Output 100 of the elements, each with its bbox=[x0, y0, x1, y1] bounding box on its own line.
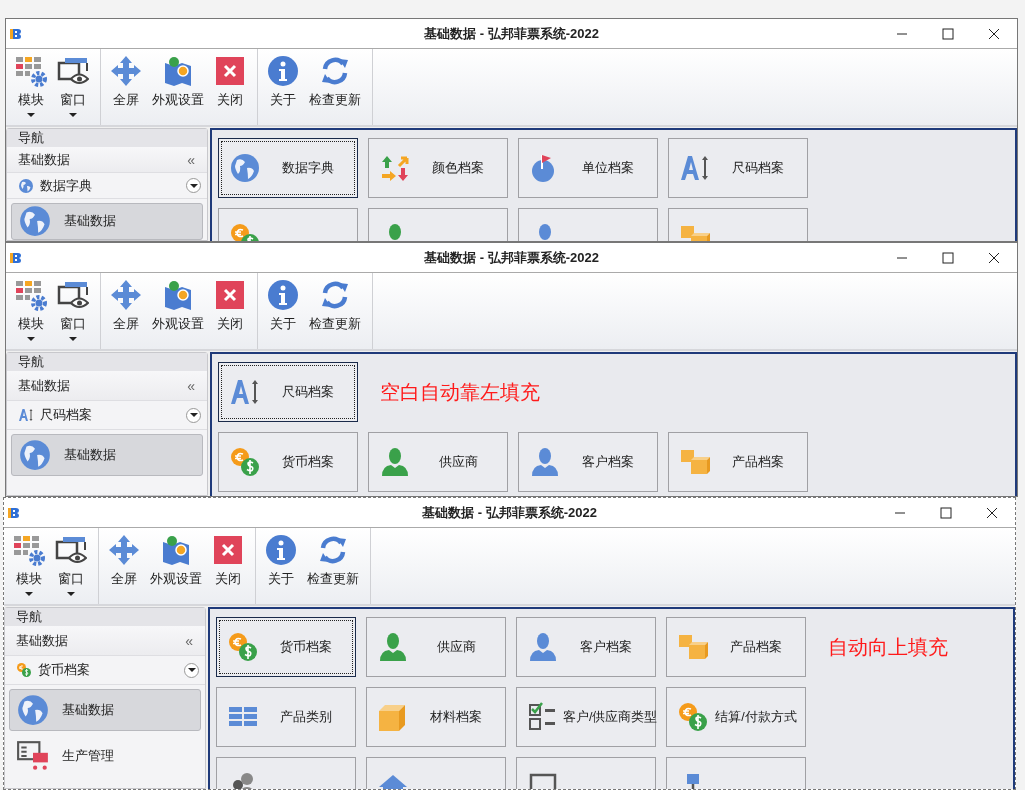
grid-gear-icon bbox=[15, 279, 47, 311]
app-logo-icon bbox=[10, 27, 22, 40]
close-icon bbox=[988, 27, 1000, 40]
move-arrows-icon bbox=[108, 534, 140, 566]
collapse-button[interactable]: « bbox=[187, 377, 195, 394]
ribbon-button[interactable]: 外观设置 bbox=[149, 277, 207, 349]
globe-icon bbox=[18, 177, 34, 194]
ribbon-button[interactable]: 模块 bbox=[12, 53, 50, 125]
module-tile[interactable]: 客户/供应商类型 bbox=[516, 687, 656, 747]
module-tile[interactable]: 供应商 bbox=[366, 617, 506, 677]
ribbon-button[interactable]: 关闭 bbox=[211, 53, 249, 125]
ribbon-button[interactable]: 检查更新 bbox=[306, 53, 364, 125]
dropdown-button[interactable] bbox=[184, 662, 199, 678]
maximize-icon bbox=[942, 251, 954, 264]
window-eye-icon bbox=[57, 55, 89, 87]
caret-icon bbox=[27, 337, 35, 341]
ribbon-button[interactable]: 窗口 bbox=[54, 53, 92, 125]
globe-icon bbox=[229, 152, 261, 184]
letter-size-icon bbox=[18, 407, 34, 423]
module-tile[interactable]: 客户档案 bbox=[516, 617, 656, 677]
group-title: 基础数据 bbox=[18, 150, 70, 169]
monitor-cart-icon bbox=[16, 739, 50, 773]
app-logo-icon bbox=[10, 251, 22, 264]
globe-icon bbox=[16, 693, 50, 727]
close-icon bbox=[214, 279, 246, 311]
move-arrows-icon bbox=[110, 55, 142, 87]
window-title: 基础数据 - 弘邦菲票系统-2022 bbox=[424, 25, 599, 41]
module-tile[interactable]: 尺码档案 bbox=[218, 362, 358, 422]
info-icon bbox=[267, 279, 299, 311]
ribbon-button[interactable]: 关于 bbox=[262, 532, 300, 604]
annotation-text: 空白自动靠左填充 bbox=[380, 379, 540, 405]
ribbon-button[interactable]: 关闭 bbox=[211, 277, 249, 349]
person-icon bbox=[529, 446, 561, 478]
info-icon bbox=[265, 534, 297, 566]
dropdown-button[interactable] bbox=[186, 407, 201, 423]
module-tile[interactable]: 颜色档案 bbox=[368, 138, 508, 198]
caret-icon bbox=[67, 592, 75, 596]
ribbon-button[interactable]: 模块 bbox=[12, 277, 50, 349]
close-icon bbox=[214, 55, 246, 87]
ribbon-button[interactable]: 外观设置 bbox=[149, 53, 207, 125]
panel-header: 导航 bbox=[16, 609, 42, 624]
group-title: 基础数据 bbox=[16, 631, 68, 650]
grid-gear-icon bbox=[15, 55, 47, 87]
close-icon bbox=[212, 534, 244, 566]
ribbon-button[interactable]: 全屏 bbox=[105, 532, 143, 604]
caret-icon bbox=[27, 113, 35, 117]
ribbon-button[interactable]: 模块 bbox=[10, 532, 48, 604]
ribbon-button[interactable]: 关闭 bbox=[209, 532, 247, 604]
move-arrows-icon bbox=[110, 279, 142, 311]
map-pin-icon bbox=[162, 55, 194, 87]
coins-icon bbox=[677, 701, 709, 733]
grid-gear-icon bbox=[13, 534, 45, 566]
maximize-icon bbox=[942, 27, 954, 40]
map-pin-icon bbox=[160, 534, 192, 566]
window-title: 基础数据 - 弘邦菲票系统-2022 bbox=[422, 504, 597, 520]
annotation-text: 自动向上填充 bbox=[828, 634, 948, 660]
ribbon-button[interactable]: 关于 bbox=[264, 53, 302, 125]
person-icon bbox=[527, 631, 559, 663]
ribbon-button[interactable]: 外观设置 bbox=[147, 532, 205, 604]
module-tile[interactable]: 产品档案 bbox=[666, 617, 806, 677]
caret-icon bbox=[25, 592, 33, 596]
caret-icon bbox=[69, 337, 77, 341]
ribbon-button[interactable]: 全屏 bbox=[107, 277, 145, 349]
module-tile[interactable]: 货币档案 bbox=[218, 432, 358, 492]
refresh-icon bbox=[319, 279, 351, 311]
nav-item[interactable]: 基础数据 bbox=[11, 202, 203, 240]
ribbon-button[interactable]: 全屏 bbox=[107, 53, 145, 125]
ribbon-button[interactable]: 检查更新 bbox=[306, 277, 364, 349]
ribbon-button[interactable]: 窗口 bbox=[52, 532, 90, 604]
module-tile[interactable]: 货币档案 bbox=[216, 617, 356, 677]
nav-item[interactable]: 基础数据 bbox=[11, 434, 203, 476]
group-title: 基础数据 bbox=[18, 376, 70, 395]
dropdown-button[interactable] bbox=[186, 178, 201, 194]
module-tile[interactable]: 材料档案 bbox=[366, 687, 506, 747]
person-icon bbox=[377, 631, 409, 663]
panel-header: 导航 bbox=[18, 354, 44, 369]
module-tile[interactable]: 产品类别 bbox=[216, 687, 356, 747]
ribbon-button[interactable]: 窗口 bbox=[54, 277, 92, 349]
globe-icon bbox=[18, 438, 52, 472]
info-icon bbox=[267, 55, 299, 87]
module-tile[interactable]: 客户档案 bbox=[518, 432, 658, 492]
module-tile[interactable]: 数据字典 bbox=[218, 138, 358, 198]
module-tile[interactable]: 供应商 bbox=[368, 432, 508, 492]
map-pin-icon bbox=[162, 279, 194, 311]
collapse-button[interactable]: « bbox=[187, 151, 195, 168]
collapse-button[interactable]: « bbox=[185, 632, 193, 649]
panel-header: 导航 bbox=[18, 130, 44, 145]
close-icon bbox=[986, 506, 998, 519]
caret-icon bbox=[69, 113, 77, 117]
ribbon-button[interactable]: 关于 bbox=[264, 277, 302, 349]
globe-icon bbox=[18, 204, 52, 239]
ribbon-button[interactable]: 检查更新 bbox=[304, 532, 362, 604]
nav-item[interactable]: 基础数据 bbox=[9, 689, 201, 731]
nav-item[interactable]: 生产管理 bbox=[9, 735, 201, 777]
module-tile[interactable]: 结算/付款方式 bbox=[666, 687, 806, 747]
module-tile[interactable]: 单位档案 bbox=[518, 138, 658, 198]
window-title: 基础数据 - 弘邦菲票系统-2022 bbox=[424, 249, 599, 265]
module-tile[interactable]: 尺码档案 bbox=[668, 138, 808, 198]
module-tile[interactable]: 产品档案 bbox=[668, 432, 808, 492]
coins-icon bbox=[229, 446, 261, 478]
